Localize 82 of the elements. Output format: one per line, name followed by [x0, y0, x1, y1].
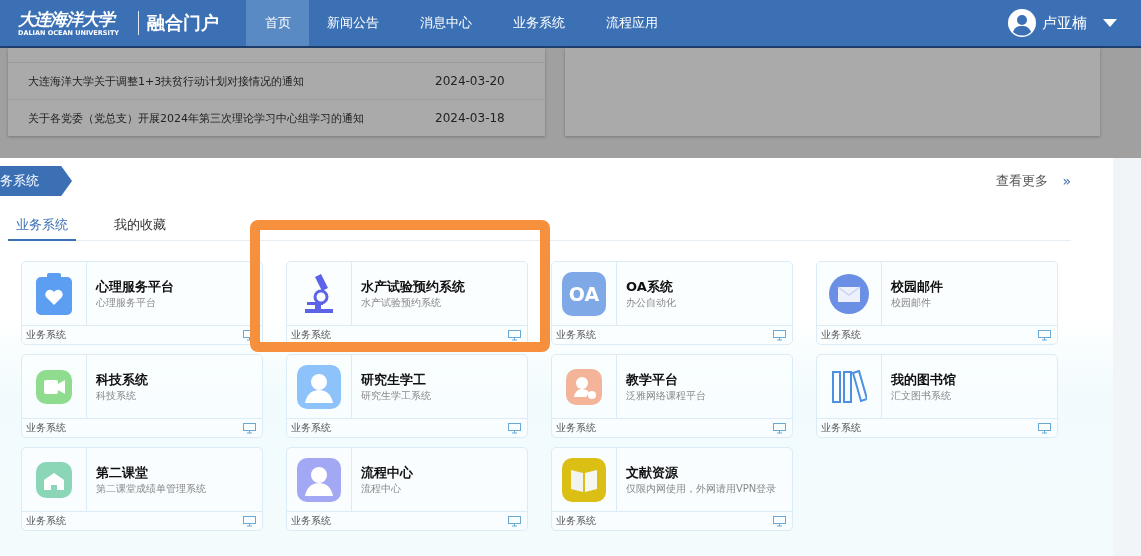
app-category: 业务系统 — [291, 328, 331, 342]
user-name[interactable]: 卢亚楠 — [1042, 13, 1087, 33]
app-description: 研究生学工系统 — [361, 388, 431, 403]
news-title[interactable]: 大连海洋大学关于调整1+3扶贫行动计划对接情况的通知 — [28, 73, 435, 89]
nav-tab[interactable]: 新闻公告 — [309, 0, 397, 46]
app-category: 业务系统 — [556, 421, 596, 435]
app-category: 业务系统 — [556, 328, 596, 342]
app-logo: OA — [562, 271, 606, 316]
app-category: 业务系统 — [26, 328, 66, 342]
app-card[interactable]: 我的图书馆 汇文图书系统 业务系统 — [816, 354, 1058, 438]
app-card[interactable]: 文献资源 仅限内网使用，外网请用VPN登录 业务系统 — [551, 447, 793, 531]
monitor-icon — [243, 515, 256, 527]
app-card[interactable]: 研究生学工 研究生学工系统 业务系统 — [286, 354, 528, 438]
app-title: 我的图书馆 — [891, 370, 956, 389]
app-category: 业务系统 — [821, 421, 861, 435]
app-title: 教学平台 — [626, 370, 679, 389]
monitor-icon — [773, 422, 786, 434]
app-card[interactable]: 心理服务平台 心理服务平台 业务系统 — [21, 261, 263, 345]
app-title: 校园邮件 — [891, 277, 943, 296]
tab[interactable]: 我的收藏 — [106, 210, 174, 241]
section-ribbon: 务系统 — [0, 166, 72, 196]
person-tile-icon — [297, 364, 341, 409]
app-description: 汇文图书系统 — [891, 388, 952, 403]
app-title: OA系统 — [626, 277, 674, 296]
double-arrow[interactable]: » — [1062, 173, 1071, 189]
app-card[interactable]: 流程中心 流程中心 业务系统 — [286, 447, 528, 531]
app-description: 心理服务平台 — [96, 295, 157, 310]
app-card[interactable]: 教学平台 泛雅网络课程平台 业务系统 — [551, 354, 793, 438]
app-title: 文献资源 — [626, 463, 679, 482]
app-description: 仅限内网使用，外网请用VPN登录 — [626, 481, 777, 496]
app-category: 业务系统 — [291, 514, 331, 528]
monitor-icon — [508, 422, 521, 434]
nav-tab[interactable]: 首页 — [246, 0, 309, 46]
app-category: 业务系统 — [821, 328, 861, 342]
monitor-icon — [508, 329, 521, 341]
nav-tab[interactable]: 流程应用 — [588, 0, 676, 46]
books-icon — [831, 369, 867, 404]
app-title: 科技系统 — [96, 370, 148, 389]
app-title: 水产试验预约系统 — [361, 277, 465, 296]
monitor-icon — [773, 515, 786, 527]
app-description: 流程中心 — [361, 481, 402, 496]
person-tile-icon — [297, 457, 341, 502]
monitor-icon — [1038, 422, 1051, 434]
app-card[interactable]: OA OA系统 办公自动化 业务系统 — [551, 261, 793, 345]
camera-tile-icon — [36, 369, 72, 404]
app-description: 校园邮件 — [891, 295, 932, 310]
tab[interactable]: 业务系统 — [8, 210, 76, 241]
nav-tab[interactable]: 业务系统 — [495, 0, 583, 46]
app-description: 第二课堂成绩单管理系统 — [96, 481, 206, 496]
news-date: 2024-03-18 — [435, 111, 506, 125]
envelope-icon — [829, 273, 869, 314]
app-title: 第二课堂 — [96, 463, 149, 482]
monitor-icon — [508, 515, 521, 527]
view-more-link[interactable]: 查看更多 — [996, 172, 1049, 190]
monitor-icon — [1038, 329, 1051, 341]
app-description: 办公自动化 — [626, 295, 676, 310]
app-description: 泛雅网络课程平台 — [626, 388, 706, 403]
caret-icon[interactable] — [1103, 19, 1117, 27]
app-card[interactable]: 校园邮件 校园邮件 业务系统 — [816, 261, 1058, 345]
building-tile-icon — [36, 461, 72, 498]
app-description: 科技系统 — [96, 388, 137, 403]
avatar-icon[interactable] — [1008, 9, 1036, 37]
app-category: 业务系统 — [291, 421, 331, 435]
clipboard-heart-icon — [36, 272, 72, 315]
monitor-icon — [243, 422, 256, 434]
app-card[interactable]: 第二课堂 第二课堂成绩单管理系统 业务系统 — [21, 447, 263, 531]
app-description: 水产试验预约系统 — [361, 295, 442, 310]
teacher-tile-icon — [566, 368, 602, 405]
nav-tab[interactable]: 消息中心 — [402, 0, 490, 46]
app-title: 心理服务平台 — [96, 277, 174, 296]
monitor-icon — [773, 329, 786, 341]
app-title: 流程中心 — [361, 463, 413, 482]
app-title: 研究生学工 — [361, 370, 427, 389]
portal-title: 融合门户 — [147, 11, 220, 35]
news-date: 2024-03-20 — [435, 74, 506, 88]
app-card[interactable]: 水产试验预约系统 水产试验预约系统 业务系统 — [286, 261, 528, 345]
app-category: 业务系统 — [26, 514, 66, 528]
news-title[interactable]: 关于各党委（党总支）开展2024年第三次理论学习中心组学习的通知 — [28, 110, 435, 126]
book-tile-icon — [562, 457, 606, 502]
app-category: 业务系统 — [26, 421, 66, 435]
app-card[interactable]: 科技系统 科技系统 业务系统 — [21, 354, 263, 438]
app-category: 业务系统 — [556, 514, 596, 528]
